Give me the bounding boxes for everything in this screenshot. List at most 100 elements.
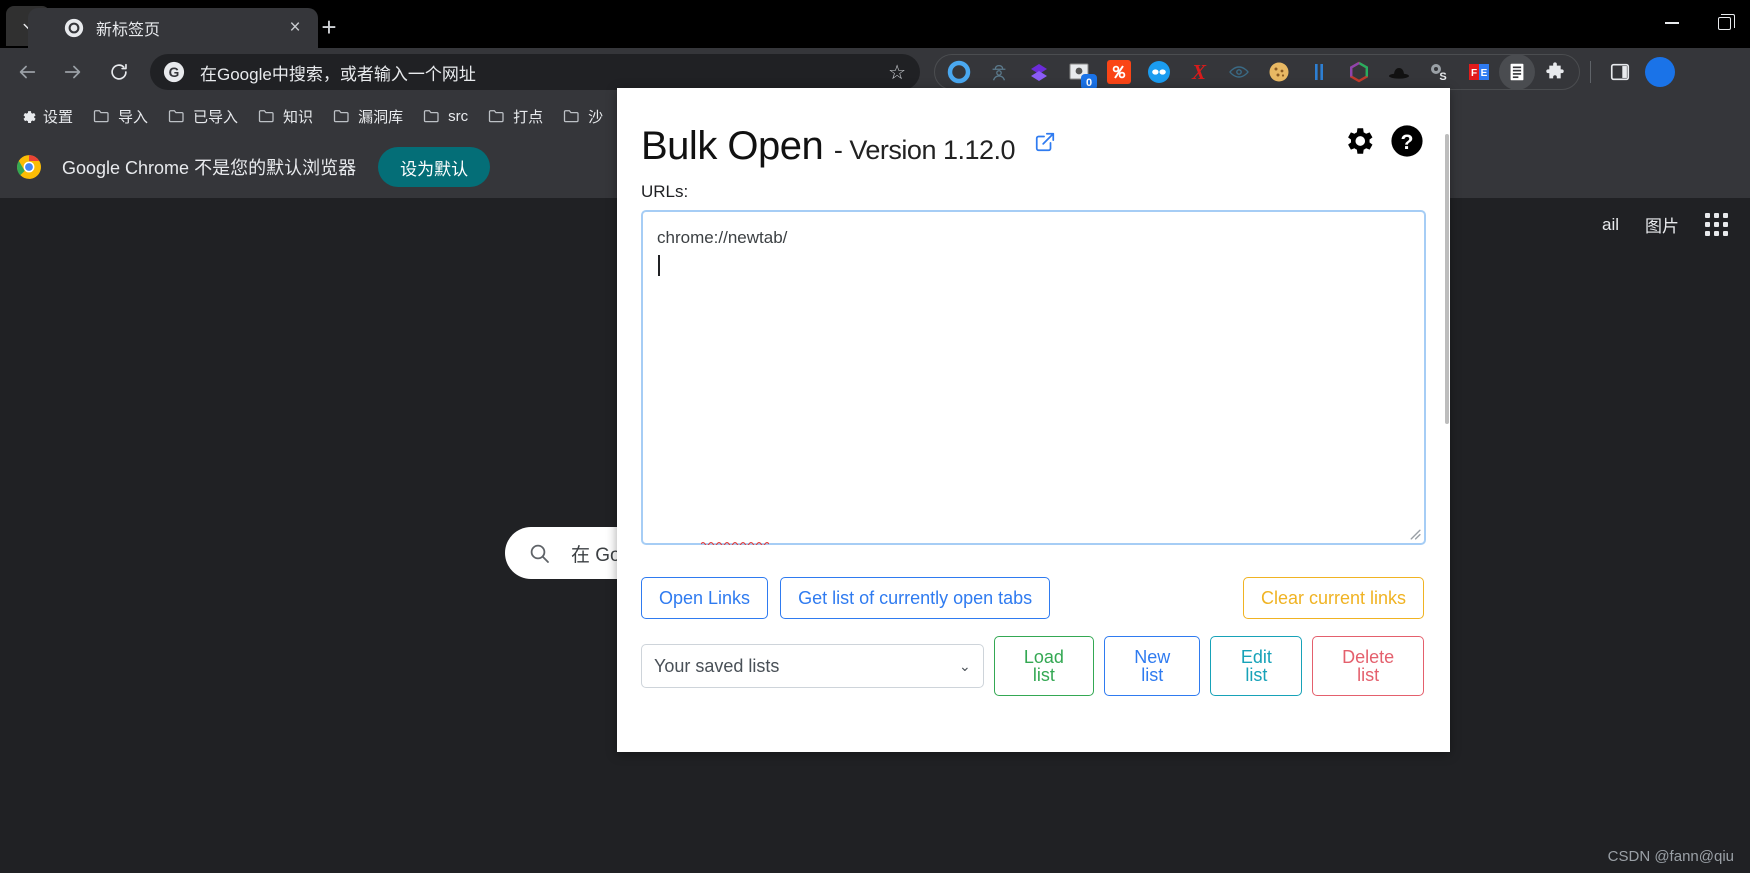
star-icon[interactable]: ☆ (888, 60, 906, 85)
forward-button[interactable] (54, 53, 92, 91)
folder-icon (488, 108, 506, 124)
diamond-purple-icon[interactable] (1019, 55, 1059, 89)
urls-textarea[interactable]: chrome://newtab/ (641, 210, 1426, 545)
tab-title: 新标签页 (96, 22, 161, 39)
tab-newtab[interactable]: 新标签页 × (28, 8, 318, 48)
svg-text:S: S (1439, 71, 1446, 83)
set-default-button[interactable]: 设为默认 (378, 147, 491, 187)
search-icon (530, 544, 549, 563)
browser-window: 新标签页 × + G 在Google中搜索，或者输入一个网址 ☆ 0 X S F… (0, 0, 1750, 873)
address-bar-placeholder: 在Google中搜索，或者输入一个网址 (200, 64, 476, 84)
ring-blue-icon[interactable] (939, 55, 979, 89)
bookmark-label: 设置 (43, 108, 74, 126)
back-button[interactable] (8, 53, 46, 91)
svg-text:F: F (1471, 68, 1477, 79)
restore-button[interactable] (1698, 0, 1750, 46)
spellcheck-squiggle-icon (701, 541, 769, 545)
folder-icon (423, 108, 441, 124)
google-g-icon: G (160, 58, 188, 86)
gears-s-icon[interactable]: S (1419, 55, 1459, 89)
bookmark-label: 打点 (513, 108, 544, 126)
saved-lists-select[interactable]: Your saved lists ⌄ (641, 644, 984, 688)
pause-bars-icon[interactable] (1299, 55, 1339, 89)
popup-content: Bulk Open - Version 1.12.0 ? URLs: chrom… (617, 88, 1450, 696)
bookmark-label: 导入 (118, 108, 149, 126)
new-tab-button[interactable]: + (313, 11, 345, 43)
page-title: Bulk Open - Version 1.12.0 (641, 118, 1056, 168)
images-link[interactable]: 图片 (1645, 212, 1679, 237)
external-link-icon[interactable] (1034, 118, 1056, 162)
new-list-button[interactable]: New list (1104, 636, 1201, 696)
bookmark-folder-6[interactable]: 打点 (479, 102, 552, 130)
gear-icon[interactable] (1342, 124, 1376, 163)
avatar[interactable] (1645, 57, 1675, 87)
open-links-button[interactable]: Open Links (641, 577, 769, 619)
bowler-hat-icon[interactable] (1379, 55, 1419, 89)
edit-list-button[interactable]: Edit list (1210, 636, 1303, 696)
percent-orange-icon[interactable] (1099, 55, 1139, 89)
svg-text:X: X (1191, 60, 1207, 84)
screenshot-badge-icon[interactable]: 0 (1059, 55, 1099, 90)
primary-action-row: Open Links Get list of currently open ta… (641, 577, 1424, 619)
popup-scrollbar[interactable] (1444, 88, 1450, 752)
x-red-icon[interactable]: X (1179, 55, 1219, 89)
bookmark-folder-4[interactable]: 漏洞库 (324, 102, 412, 130)
load-list-button[interactable]: Load list (993, 636, 1095, 696)
bookmark-settings[interactable]: 设置 (10, 102, 82, 130)
help-circle-icon[interactable]: ? (1390, 124, 1424, 163)
cookie-icon[interactable] (1259, 55, 1299, 89)
detective-icon[interactable] (979, 55, 1019, 89)
svg-text:G: G (169, 65, 180, 80)
bookmark-label: 漏洞库 (358, 108, 404, 126)
tab-close-button[interactable]: × (282, 15, 308, 41)
apps-grid-icon[interactable] (1705, 213, 1728, 236)
svg-text:E: E (1481, 68, 1488, 79)
bulk-open-popup: Bulk Open - Version 1.12.0 ? URLs: chrom… (617, 88, 1450, 752)
side-panel-button[interactable] (1601, 53, 1639, 91)
urls-textarea-value: chrome://newtab/ (657, 228, 788, 247)
folder-icon (168, 108, 186, 124)
bookmark-label: 沙 (588, 108, 604, 126)
back-arrow-icon (19, 65, 36, 79)
gear-icon (19, 108, 36, 125)
minimize-icon (1665, 22, 1679, 24)
infobar-message: Google Chrome 不是您的默认浏览器 (62, 158, 357, 178)
minimize-button[interactable] (1646, 0, 1698, 46)
popup-header: Bulk Open - Version 1.12.0 ? (641, 118, 1424, 168)
fe-red-blue-icon[interactable]: F E (1459, 55, 1499, 89)
bookmark-label: 已导入 (193, 108, 239, 126)
get-open-tabs-button[interactable]: Get list of currently open tabs (780, 577, 1051, 619)
reload-icon (111, 63, 127, 80)
resize-grip-icon[interactable] (1408, 527, 1421, 540)
folder-icon (258, 108, 276, 124)
folder-icon (333, 108, 351, 124)
saved-lists-select-value: Your saved lists (654, 655, 780, 676)
clear-current-links-button[interactable]: Clear current links (1242, 577, 1424, 619)
reading-list-icon[interactable] (1499, 54, 1535, 90)
popup-header-actions: ? (1342, 118, 1424, 163)
tab-strip: 新标签页 × + (0, 0, 1750, 48)
bookmark-folder-3[interactable]: 知识 (249, 102, 322, 130)
ntp-top-links: ail 图片 (1576, 212, 1728, 237)
bookmark-folder-1[interactable]: 导入 (84, 102, 157, 130)
side-panel-icon (1610, 63, 1630, 81)
hexagon-color-icon[interactable] (1339, 55, 1379, 89)
eye-outline-icon[interactable] (1219, 55, 1259, 89)
window-controls (1646, 0, 1750, 46)
bookmark-folder-7[interactable]: 沙 (554, 102, 612, 130)
delete-list-button[interactable]: Delete list (1312, 636, 1425, 696)
reload-button[interactable] (100, 53, 138, 91)
gmail-link[interactable]: ail (1602, 215, 1619, 235)
svg-text:?: ? (1401, 130, 1414, 154)
folder-icon (93, 108, 111, 124)
bookmark-folder-5[interactable]: src (414, 102, 477, 130)
urls-label: URLs: (641, 182, 689, 201)
extensions-puzzle-icon[interactable] (1535, 55, 1575, 89)
bookmark-folder-2[interactable]: 已导入 (159, 102, 247, 130)
address-bar[interactable]: G 在Google中搜索，或者输入一个网址 ☆ (150, 54, 920, 90)
chrome-icon (64, 18, 84, 38)
mask-blue-icon[interactable] (1139, 55, 1179, 89)
bookmark-label: src (448, 107, 469, 125)
popup-scrollbar-thumb[interactable] (1445, 134, 1449, 424)
folder-icon (563, 108, 581, 124)
